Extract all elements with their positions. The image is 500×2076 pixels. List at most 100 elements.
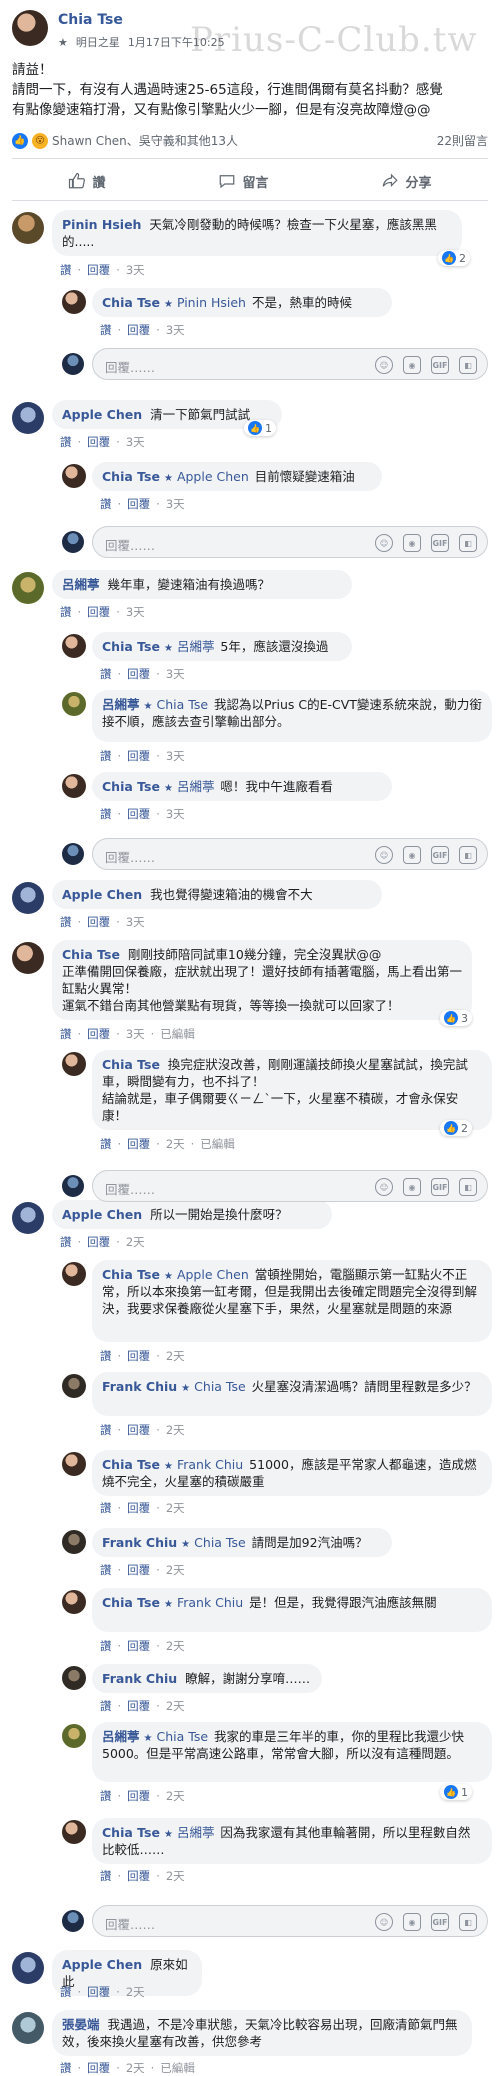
reply-input[interactable]: 回覆…… ☺ ◉ GIF ◧ xyxy=(92,348,488,380)
camera-icon[interactable]: ◉ xyxy=(403,1178,421,1196)
comment-like-button[interactable]: 讚 xyxy=(100,1136,112,1152)
comment-like-button[interactable]: 讚 xyxy=(100,1562,112,1578)
comment-avatar[interactable] xyxy=(62,1262,86,1286)
comment-time[interactable]: 2天 xyxy=(166,1500,185,1516)
comment-like-button[interactable]: 讚 xyxy=(100,1788,112,1804)
comment-reply-button[interactable]: 回覆 xyxy=(127,1136,150,1152)
post-author-name[interactable]: Chia Tse xyxy=(58,12,123,28)
commenter-name[interactable]: Frank Chiu xyxy=(102,1671,177,1686)
comment-time[interactable]: 3天 xyxy=(126,1026,145,1042)
edited-label[interactable]: 已編輯 xyxy=(160,1026,195,1042)
comment-reply-button[interactable]: 回覆 xyxy=(127,666,150,682)
comment-reply-button[interactable]: 回覆 xyxy=(87,262,110,278)
commenter-name[interactable]: Chia Tse xyxy=(102,779,160,794)
comment-avatar[interactable] xyxy=(12,1202,44,1234)
sticker-icon[interactable]: ◧ xyxy=(459,1913,477,1931)
comment-like-button[interactable]: 讚 xyxy=(100,1500,112,1516)
comment-time[interactable]: 2天 xyxy=(166,1698,185,1714)
commenter-name[interactable]: Pinin Hsieh xyxy=(62,217,141,232)
mention-link[interactable]: Chia Tse xyxy=(157,1729,209,1744)
gif-icon[interactable]: GIF xyxy=(431,1178,449,1196)
comment-like-button[interactable]: 讚 xyxy=(100,1868,112,1884)
comment-avatar[interactable] xyxy=(62,464,86,488)
comment-reply-button[interactable]: 回覆 xyxy=(127,806,150,822)
sticker-icon[interactable]: ◧ xyxy=(459,356,477,374)
comment-reply-button[interactable]: 回覆 xyxy=(127,322,150,338)
comment-time[interactable]: 3天 xyxy=(166,496,185,512)
comment-like-button[interactable]: 讚 xyxy=(60,2060,72,2076)
mention-link[interactable]: Frank Chiu xyxy=(177,1457,243,1472)
comment-reply-button[interactable]: 回覆 xyxy=(87,1984,110,2000)
commenter-name[interactable]: 呂緗葶 xyxy=(102,697,140,712)
comment-avatar[interactable] xyxy=(62,634,86,658)
emoji-icon[interactable]: ☺ xyxy=(375,1178,393,1196)
comment-like-count[interactable]: 👍 1 xyxy=(244,420,276,436)
mention-link[interactable]: Apple Chen xyxy=(177,469,249,484)
comment-reply-button[interactable]: 回覆 xyxy=(127,748,150,764)
comment-time[interactable]: 2天 xyxy=(166,1562,185,1578)
gif-icon[interactable]: GIF xyxy=(431,534,449,552)
comment-reply-button[interactable]: 回覆 xyxy=(127,1698,150,1714)
comment-time[interactable]: 2天 xyxy=(166,1422,185,1438)
commenter-name[interactable]: Chia Tse xyxy=(102,1825,160,1840)
comment-avatar[interactable] xyxy=(62,290,86,314)
share-button[interactable]: 分享 xyxy=(381,172,432,191)
comment-like-count[interactable]: 👍 2 xyxy=(438,250,470,266)
reply-input[interactable]: 回覆…… ☺ ◉ GIF ◧ xyxy=(92,526,488,558)
comment-like-button[interactable]: 讚 xyxy=(60,604,72,620)
mention-link[interactable]: Chia Tse xyxy=(157,697,209,712)
commenter-name[interactable]: 呂緗葶 xyxy=(62,577,100,592)
comment-avatar[interactable] xyxy=(12,1952,44,1984)
comment-time[interactable]: 3天 xyxy=(126,914,145,930)
mention-link[interactable]: Chia Tse xyxy=(194,1379,246,1394)
commenter-name[interactable]: Chia Tse xyxy=(102,1595,160,1610)
post-author-avatar[interactable] xyxy=(12,10,48,46)
comment-avatar[interactable] xyxy=(12,572,44,604)
commenter-name[interactable]: Frank Chiu xyxy=(102,1535,177,1550)
comment-reply-button[interactable]: 回覆 xyxy=(127,1788,150,1804)
comment-like-button[interactable]: 讚 xyxy=(60,1026,72,1042)
comment-reply-button[interactable]: 回覆 xyxy=(127,1422,150,1438)
like-button[interactable]: 讚 xyxy=(68,172,106,191)
commenter-name[interactable]: Apple Chen xyxy=(62,1957,142,1972)
emoji-icon[interactable]: ☺ xyxy=(375,534,393,552)
comment-time[interactable]: 3天 xyxy=(166,806,185,822)
comment-time[interactable]: 2天 xyxy=(166,1638,185,1654)
reactions-summary[interactable]: Shawn Chen、吳守義和其他13人 xyxy=(52,132,238,149)
mention-link[interactable]: 呂緗葶 xyxy=(177,639,215,654)
comment-time[interactable]: 2天 xyxy=(166,1348,185,1364)
comment-like-button[interactable]: 讚 xyxy=(60,1984,72,2000)
comment-count[interactable]: 22則留言 xyxy=(437,132,488,149)
comment-like-button[interactable]: 讚 xyxy=(60,914,72,930)
sticker-icon[interactable]: ◧ xyxy=(459,1178,477,1196)
post-group[interactable]: 明日之星 xyxy=(76,34,120,50)
comment-reply-button[interactable]: 回覆 xyxy=(127,1500,150,1516)
comment-like-count[interactable]: 👍 3 xyxy=(440,1010,472,1026)
gif-icon[interactable]: GIF xyxy=(431,846,449,864)
camera-icon[interactable]: ◉ xyxy=(403,356,421,374)
comment-button[interactable]: 留言 xyxy=(218,172,269,191)
commenter-name[interactable]: Apple Chen xyxy=(62,1207,142,1222)
emoji-icon[interactable]: ☺ xyxy=(375,846,393,864)
comment-time[interactable]: 2天 xyxy=(126,1984,145,2000)
comment-avatar[interactable] xyxy=(62,1666,86,1690)
comment-like-button[interactable]: 讚 xyxy=(60,1234,72,1250)
mention-link[interactable]: 呂緗葶 xyxy=(177,1825,215,1840)
comment-avatar[interactable] xyxy=(62,692,86,716)
comment-like-button[interactable]: 讚 xyxy=(100,322,112,338)
comment-time[interactable]: 3天 xyxy=(126,604,145,620)
commenter-name[interactable]: 呂緗葶 xyxy=(102,1729,140,1744)
comment-time[interactable]: 3天 xyxy=(166,748,185,764)
mention-link[interactable]: 呂緗葶 xyxy=(177,779,215,794)
comment-like-button[interactable]: 讚 xyxy=(100,806,112,822)
comment-like-button[interactable]: 讚 xyxy=(100,666,112,682)
commenter-name[interactable]: Frank Chiu xyxy=(102,1379,177,1394)
comment-avatar[interactable] xyxy=(62,1820,86,1844)
comment-like-button[interactable]: 讚 xyxy=(100,1698,112,1714)
comment-avatar[interactable] xyxy=(62,1374,86,1398)
comment-time[interactable]: 3天 xyxy=(166,666,185,682)
commenter-name[interactable]: Chia Tse xyxy=(102,469,160,484)
camera-icon[interactable]: ◉ xyxy=(403,534,421,552)
comment-like-button[interactable]: 讚 xyxy=(100,1348,112,1364)
commenter-name[interactable]: Chia Tse xyxy=(102,295,160,310)
